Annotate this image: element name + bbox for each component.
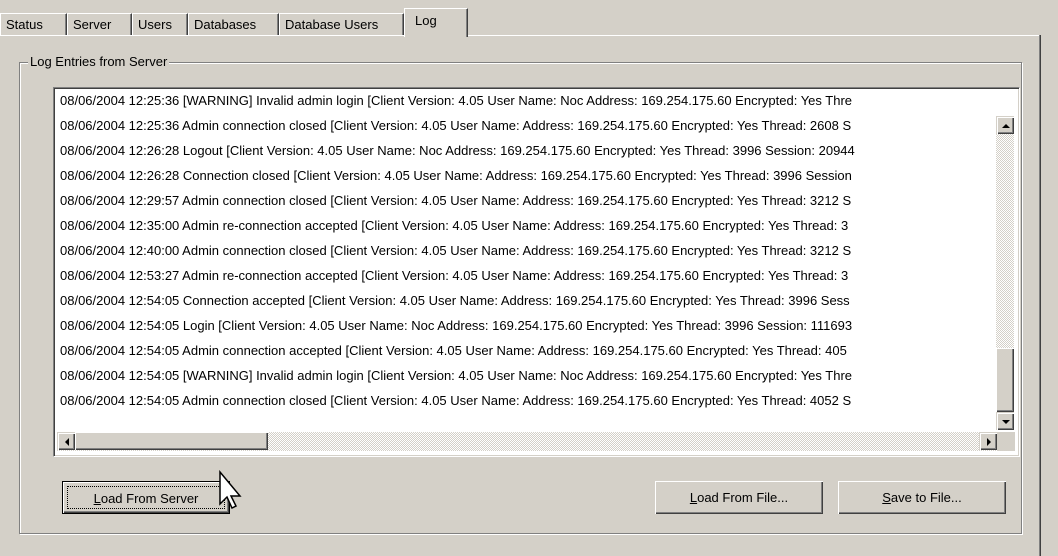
focus-rect: Load From Server bbox=[67, 486, 225, 509]
log-entry[interactable]: 08/06/2004 12:54:05 Connection accepted … bbox=[60, 288, 1010, 313]
vertical-scroll-thumb[interactable] bbox=[996, 348, 1014, 412]
log-entry[interactable]: 08/06/2004 12:25:36 Admin connection clo… bbox=[60, 113, 1010, 138]
tab-label: Server bbox=[73, 17, 112, 32]
scroll-corner bbox=[997, 432, 1015, 451]
log-entry[interactable]: 08/06/2004 12:25:36 [WARNING] Invalid ad… bbox=[60, 88, 1010, 113]
button-label: ave to File... bbox=[890, 490, 962, 505]
arrow-down-icon bbox=[1001, 419, 1010, 424]
log-entry[interactable]: 08/06/2004 12:35:00 Admin re-connection … bbox=[60, 213, 1010, 238]
scroll-left-button[interactable] bbox=[57, 432, 75, 450]
log-entry[interactable]: 08/06/2004 12:40:00 Admin connection clo… bbox=[60, 238, 1010, 263]
groupbox-title: Log Entries from Server bbox=[28, 54, 170, 70]
scroll-down-button[interactable] bbox=[996, 412, 1014, 430]
tab-label: Users bbox=[138, 17, 172, 32]
log-entry[interactable]: 08/06/2004 12:26:28 Connection closed [C… bbox=[60, 163, 1010, 188]
scroll-up-button[interactable] bbox=[996, 116, 1014, 134]
arrow-right-icon bbox=[986, 437, 991, 446]
tab-label: Log bbox=[415, 13, 437, 28]
horizontal-scroll-thumb[interactable] bbox=[75, 432, 268, 450]
tab-log[interactable]: Log bbox=[404, 8, 468, 37]
tab-divider bbox=[0, 35, 1040, 36]
log-entry[interactable]: 08/06/2004 12:54:05 [WARNING] Invalid ad… bbox=[60, 363, 1010, 388]
log-entry[interactable]: 08/06/2004 12:54:05 Login [Client Versio… bbox=[60, 313, 1010, 338]
mouse-pointer-icon bbox=[219, 470, 242, 510]
log-entry[interactable]: 08/06/2004 12:54:05 Admin connection clo… bbox=[60, 388, 1010, 413]
mnemonic: L bbox=[689, 490, 698, 505]
button-label: oad From File... bbox=[697, 490, 789, 505]
tab-server[interactable]: Server bbox=[67, 13, 132, 35]
arrow-up-icon bbox=[1001, 123, 1010, 128]
tab-status[interactable]: Status bbox=[0, 13, 67, 35]
log-entry[interactable]: 08/06/2004 12:29:57 Admin connection clo… bbox=[60, 188, 1010, 213]
panel-border bbox=[1040, 35, 1041, 556]
tab-users[interactable]: Users bbox=[132, 13, 188, 35]
tab-databases[interactable]: Databases bbox=[188, 13, 279, 35]
tab-label: Status bbox=[6, 17, 43, 32]
button-label: oad From Server bbox=[100, 491, 199, 506]
mnemonic: S bbox=[882, 490, 891, 505]
scroll-right-button[interactable] bbox=[979, 432, 997, 450]
tab-strip: Status Server Users Databases Database U… bbox=[0, 0, 1058, 37]
log-entry[interactable]: 08/06/2004 12:54:05 Admin connection acc… bbox=[60, 338, 1010, 363]
log-entry[interactable]: 08/06/2004 12:26:28 Logout [Client Versi… bbox=[60, 138, 1010, 163]
load-from-file-button[interactable]: Load From File... bbox=[655, 481, 823, 514]
save-to-file-button[interactable]: Save to File... bbox=[838, 481, 1006, 514]
load-from-server-button[interactable]: Load From Server bbox=[62, 481, 230, 514]
tab-label: Database Users bbox=[285, 17, 379, 32]
tab-label: Databases bbox=[194, 17, 257, 32]
arrow-left-icon bbox=[64, 437, 69, 446]
log-entry[interactable]: 08/06/2004 12:53:27 Admin re-connection … bbox=[60, 263, 1010, 288]
mnemonic: L bbox=[93, 491, 101, 506]
log-listbox[interactable]: 08/06/2004 12:25:36 [WARNING] Invalid ad… bbox=[53, 87, 1020, 457]
log-list-items: 08/06/2004 12:25:36 [WARNING] Invalid ad… bbox=[60, 88, 1010, 413]
tab-database-users[interactable]: Database Users bbox=[279, 13, 404, 35]
